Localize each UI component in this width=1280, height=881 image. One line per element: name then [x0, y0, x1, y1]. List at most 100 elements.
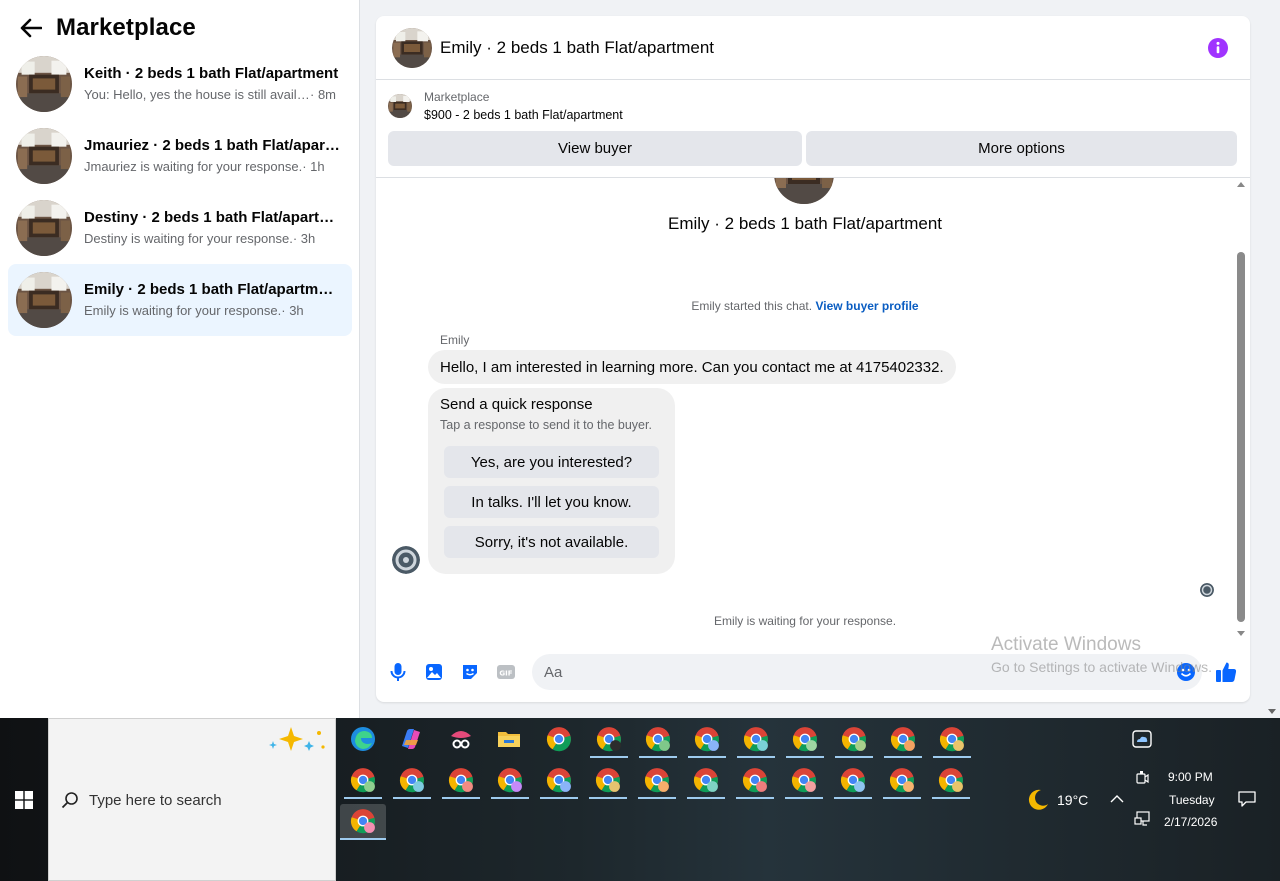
- taskbar-search-box[interactable]: Type here to search: [48, 718, 336, 881]
- chrome-profile-icon[interactable]: [887, 765, 917, 795]
- listing-thumbnail: [388, 94, 412, 118]
- clock-day[interactable]: Tuesday: [1169, 793, 1215, 807]
- open-app-indicator: [589, 797, 627, 799]
- chrome-profile-icon[interactable]: [937, 724, 967, 754]
- open-app-indicator: [590, 756, 628, 758]
- chrome-profile-icon[interactable]: [790, 724, 820, 754]
- view-buyer-profile-link[interactable]: View buyer profile: [815, 299, 918, 313]
- conversation-item-jmauriez[interactable]: Jmauriez · 2 beds 1 bath Flat/apartment …: [8, 120, 352, 192]
- scroll-down-arrow-icon[interactable]: [1268, 709, 1276, 714]
- chevron-up-icon[interactable]: [1110, 792, 1124, 810]
- open-app-indicator: [393, 797, 431, 799]
- chrome-profile-icon[interactable]: [838, 765, 868, 795]
- avatar: [16, 128, 72, 184]
- open-app-indicator: [883, 797, 921, 799]
- sticker-icon[interactable]: [460, 662, 480, 682]
- weather-temperature[interactable]: 19°C: [1057, 792, 1088, 808]
- waiting-notice: Emily is waiting for your response.: [713, 614, 897, 628]
- listing-summary: Marketplace $900 - 2 beds 1 bath Flat/ap…: [388, 88, 1238, 178]
- conversation-time: · 1h: [302, 159, 325, 174]
- thumbs-up-icon[interactable]: [1214, 660, 1238, 684]
- chrome-profile-icon[interactable]: [544, 765, 574, 795]
- chrome-profile-icon[interactable]: [643, 724, 673, 754]
- chrome-profile-icon[interactable]: [593, 765, 623, 795]
- start-button[interactable]: [0, 718, 48, 881]
- chrome-profile-icon[interactable]: [495, 765, 525, 795]
- open-app-indicator: [933, 756, 971, 758]
- back-arrow-icon[interactable]: [18, 15, 44, 41]
- sidebar-title: Marketplace: [56, 14, 196, 41]
- conversation-name: Keith · 2 beds 1 bath Flat/apartment: [84, 65, 339, 82]
- windows-logo-icon: [15, 790, 33, 809]
- chrome-profile-icon[interactable]: [888, 724, 918, 754]
- chrome-profile-icon[interactable]: [692, 724, 722, 754]
- chrome-profile-icon[interactable]: [446, 765, 476, 795]
- chrome-profile-icon[interactable]: [397, 765, 427, 795]
- photo-icon[interactable]: [424, 662, 444, 682]
- message-thread: Emily · 2 beds 1 bath Flat/apartment Emi…: [376, 178, 1234, 638]
- listing-price-title: $900 - 2 beds 1 bath Flat/apartment: [424, 108, 623, 122]
- message-composer: GIF: [376, 652, 1250, 692]
- chrome-profile-icon[interactable]: [839, 724, 869, 754]
- chrome-profile-icon[interactable]: [348, 765, 378, 795]
- chrome-profile-icon[interactable]: [348, 806, 378, 836]
- open-app-indicator: [491, 797, 529, 799]
- chrome-profile-icon[interactable]: [642, 765, 672, 795]
- meet-now-icon[interactable]: [1135, 770, 1149, 791]
- microphone-icon[interactable]: [388, 662, 408, 682]
- open-app-indicator: [785, 797, 823, 799]
- view-buyer-button[interactable]: View buyer: [388, 131, 802, 166]
- seen-avatar: [1200, 583, 1214, 597]
- open-app-indicator: [884, 756, 922, 758]
- chrome-profile-icon[interactable]: [594, 724, 624, 754]
- open-app-indicator: [344, 797, 382, 799]
- quick-response-option[interactable]: In talks. I'll let you know.: [444, 486, 659, 518]
- listing-label: Marketplace: [424, 90, 490, 104]
- page-scrollbar[interactable]: [1264, 0, 1280, 718]
- thread-scrollbar[interactable]: [1234, 180, 1250, 640]
- file-explorer-icon[interactable]: [494, 724, 524, 754]
- chrome-profile-icon[interactable]: [691, 765, 721, 795]
- notifications-icon[interactable]: [1238, 791, 1256, 812]
- chrome-profile-icon[interactable]: [789, 765, 819, 795]
- chrome-profile-icon[interactable]: [936, 765, 966, 795]
- conversation-name: Jmauriez · 2 beds 1 bath Flat/apartment: [84, 137, 340, 154]
- open-app-indicator: [442, 797, 480, 799]
- quick-response-option[interactable]: Yes, are you interested?: [444, 446, 659, 478]
- snipping-tool-icon[interactable]: [446, 724, 476, 754]
- conversation-item-keith[interactable]: Keith · 2 beds 1 bath Flat/apartment You…: [8, 48, 352, 120]
- more-options-button[interactable]: More options: [806, 131, 1237, 166]
- quick-response-option[interactable]: Sorry, it's not available.: [444, 526, 659, 558]
- clock-time[interactable]: 9:00 PM: [1168, 770, 1213, 784]
- weather-moon-icon[interactable]: [1026, 788, 1050, 817]
- chrome-profile-icon[interactable]: [740, 765, 770, 795]
- open-app-indicator: [932, 797, 970, 799]
- search-icon: [61, 792, 78, 809]
- conversation-preview: Destiny is waiting for your response.: [84, 231, 293, 246]
- copilot-icon[interactable]: [396, 724, 426, 754]
- scroll-up-arrow-icon[interactable]: [1237, 182, 1245, 187]
- network-icon[interactable]: [1134, 811, 1150, 832]
- emoji-icon[interactable]: [1176, 662, 1196, 682]
- message-input[interactable]: [532, 654, 1202, 690]
- conversation-time: · 3h: [292, 231, 316, 246]
- scroll-thumb[interactable]: [1237, 252, 1245, 622]
- onedrive-icon[interactable]: [1132, 730, 1152, 753]
- avatar: [16, 200, 72, 256]
- edge-icon[interactable]: [348, 724, 378, 754]
- chat-title[interactable]: Emily · 2 beds 1 bath Flat/apartment: [440, 38, 714, 58]
- thread-title: Emily · 2 beds 1 bath Flat/apartment: [667, 214, 943, 233]
- conversation-name: Emily · 2 beds 1 bath Flat/apartment: [84, 281, 340, 298]
- scroll-down-arrow-icon[interactable]: [1237, 631, 1245, 636]
- chrome-profile-icon[interactable]: [741, 724, 771, 754]
- open-app-indicator: [835, 756, 873, 758]
- clock-date[interactable]: 2/17/2026: [1164, 815, 1217, 829]
- info-icon[interactable]: [1208, 38, 1228, 58]
- conversation-item-emily[interactable]: Emily · 2 beds 1 bath Flat/apartment Emi…: [8, 264, 352, 336]
- gif-icon[interactable]: GIF: [496, 662, 516, 682]
- chrome-profile-icon[interactable]: [544, 724, 574, 754]
- conversation-item-destiny[interactable]: Destiny · 2 beds 1 bath Flat/apartment D…: [8, 192, 352, 264]
- message-bubble: Hello, I am interested in learning more.…: [428, 350, 956, 384]
- svg-text:GIF: GIF: [499, 670, 512, 678]
- avatar[interactable]: [392, 27, 432, 68]
